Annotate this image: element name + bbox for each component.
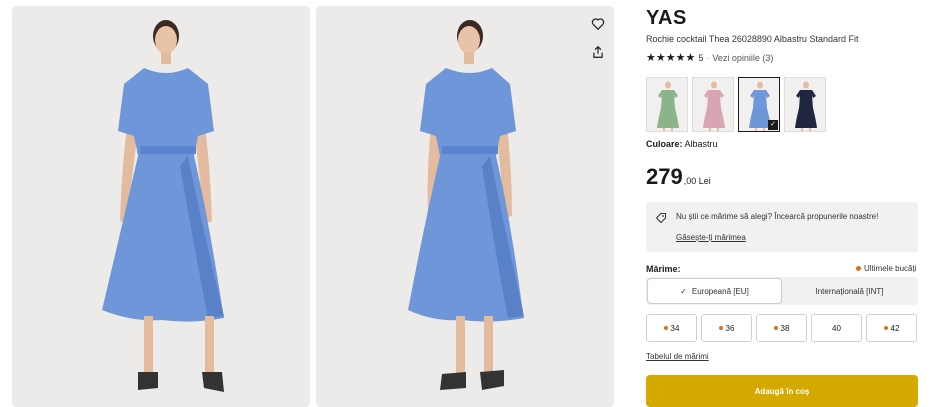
rating-stars-icon: ★★★★★ <box>646 52 696 64</box>
product-photo-side[interactable] <box>316 6 614 407</box>
selected-check-icon: ✓ <box>768 120 778 130</box>
low-stock-dot-icon <box>718 326 723 330</box>
last-items-label: Ultimele bucăți <box>864 264 917 273</box>
color-swatches: ✓ <box>646 77 826 132</box>
color-label: Culoare: <box>646 139 683 149</box>
size-option-36[interactable]: 36 <box>701 314 752 342</box>
last-items-note: Ultimele bucăți <box>856 264 916 273</box>
price: 279 ,00 Lei <box>646 164 711 190</box>
size-system-int-label: Internațională [INT] <box>815 286 884 296</box>
size-option-40[interactable]: 40 <box>811 314 862 342</box>
product-title: Rochie cocktail Thea 26028890 Albastru S… <box>646 34 859 44</box>
low-stock-dot-icon <box>773 326 778 330</box>
price-main: 279 <box>646 164 683 189</box>
size-system-eu-label: Europeană [EU] <box>691 286 749 296</box>
find-size-link[interactable]: Găsește-ți mărimea <box>676 233 746 242</box>
model-figure <box>102 20 224 392</box>
size-system-int[interactable]: Internațională [INT] <box>782 278 917 304</box>
low-stock-dot-icon <box>856 266 861 271</box>
color-swatch-blue[interactable]: ✓ <box>738 77 780 132</box>
swatch-dress-icon <box>657 81 679 131</box>
reviews-link[interactable]: Vezi opiniile (3) <box>712 53 773 63</box>
size-chart-link[interactable]: Tabelul de mărimi <box>646 352 709 361</box>
size-option-label: 34 <box>670 323 680 333</box>
size-option-34[interactable]: 34 <box>646 314 697 342</box>
size-label: Mărime: <box>646 264 681 274</box>
product-gallery <box>0 0 620 407</box>
model-figure <box>408 20 524 390</box>
color-swatch-pink[interactable] <box>692 77 734 132</box>
size-option-label: 36 <box>725 323 735 333</box>
brand-name[interactable]: YAS <box>646 7 687 30</box>
color-value: Albastru <box>684 139 718 149</box>
add-to-cart-button[interactable]: Adaugă în coș <box>646 375 918 407</box>
check-icon: ✓ <box>680 286 687 296</box>
rating-separator: · <box>706 52 710 63</box>
swatch-dress-icon <box>795 81 817 131</box>
size-option-label: 38 <box>780 323 790 333</box>
size-option-label: 40 <box>832 323 841 333</box>
color-swatch-navy[interactable] <box>784 77 826 132</box>
price-decimals: ,00 Lei <box>683 176 711 186</box>
low-stock-dot-icon <box>883 326 888 330</box>
color-swatch-green[interactable] <box>646 77 688 132</box>
swatch-dress-icon <box>703 81 725 131</box>
low-stock-dot-icon <box>663 326 668 330</box>
rating-value: 5 <box>698 52 704 63</box>
size-advisor-question: Nu știi ce mărime să alegi? Încearcă pro… <box>676 212 879 221</box>
size-option-label: 42 <box>890 323 900 333</box>
tag-icon <box>655 211 667 229</box>
size-option-38[interactable]: 38 <box>756 314 807 342</box>
product-photo-front[interactable] <box>12 6 310 407</box>
favorite-heart-icon[interactable] <box>586 12 610 36</box>
size-system-eu[interactable]: ✓ Europeană [EU] <box>647 278 782 304</box>
size-advisor-box: Nu știi ce mărime să alegi? Încearcă pro… <box>646 202 918 252</box>
size-system-toggle: ✓ Europeană [EU] Internațională [INT] <box>646 277 918 305</box>
rating-summary: ★★★★★ 5 · Vezi opiniile (3) <box>646 51 773 64</box>
size-options: 34 36 38 40 42 <box>646 314 917 342</box>
size-option-42[interactable]: 42 <box>866 314 917 342</box>
selected-color: Culoare: Albastru <box>646 139 718 149</box>
share-icon[interactable] <box>586 40 610 64</box>
